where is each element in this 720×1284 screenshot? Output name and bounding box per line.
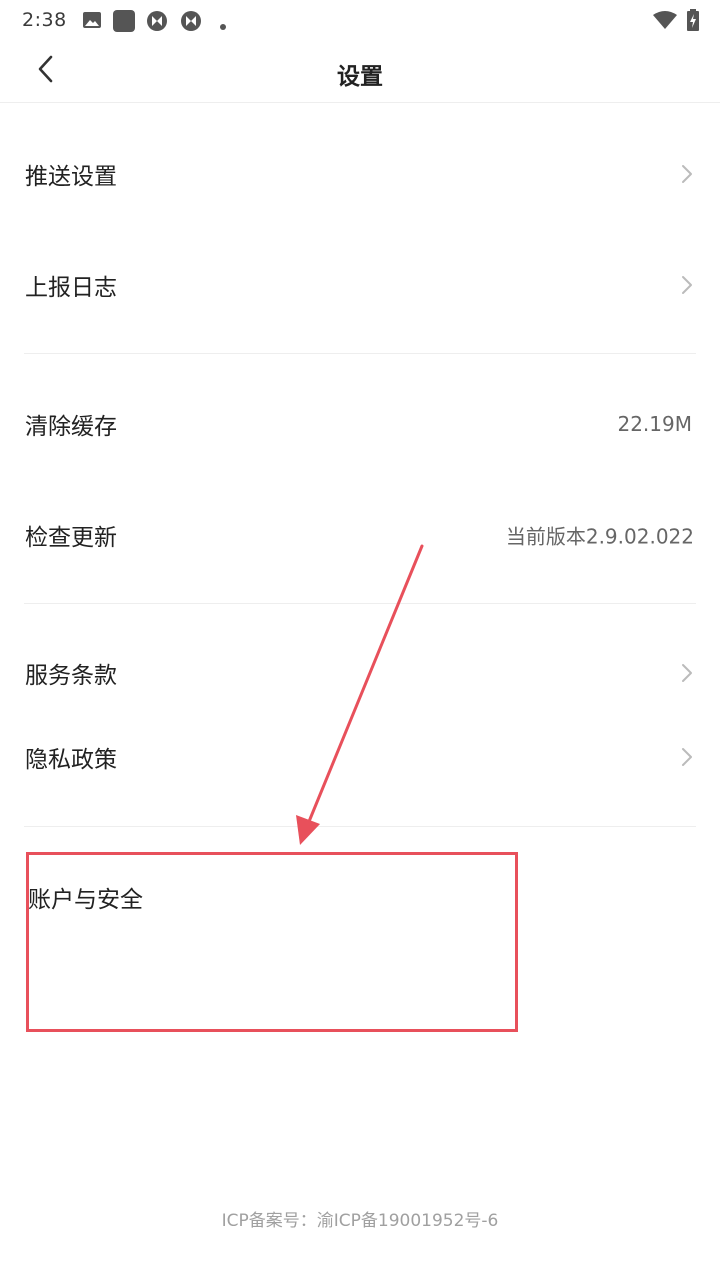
annotation-arrow bbox=[296, 544, 424, 845]
icp-record-text: ICP备案号：渝ICP备19001952号-6 bbox=[221, 1211, 499, 1231]
